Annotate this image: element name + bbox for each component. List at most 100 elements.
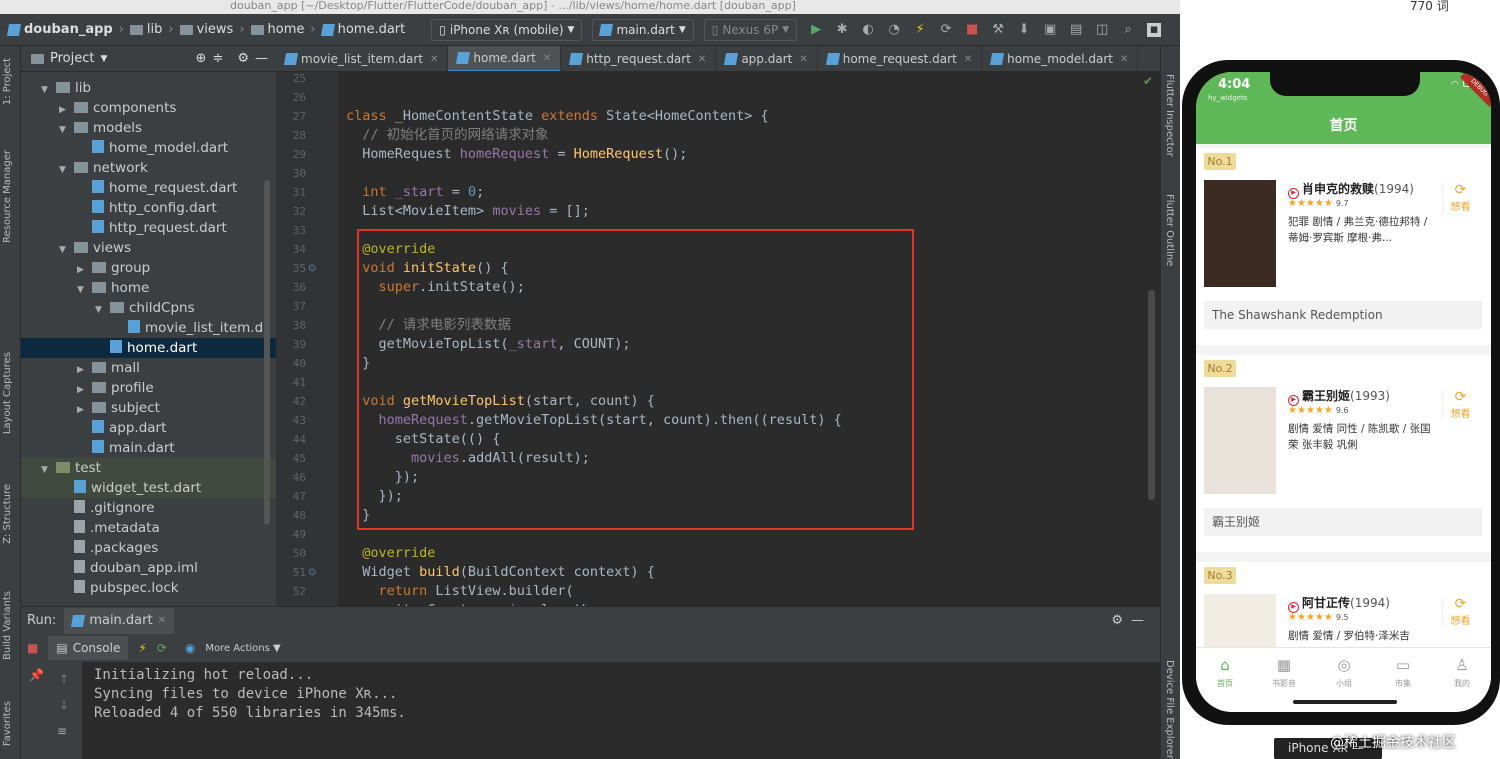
tree-item[interactable]: ▶ mall	[21, 358, 276, 378]
close-icon[interactable]: ✕	[698, 54, 706, 65]
expand-down-icon[interactable]: ▼	[41, 460, 51, 480]
locate-icon[interactable]: ⊕	[196, 51, 207, 66]
movie-card[interactable]: No.3 ▶ 阿甘正传(1994) ★★★★★ 9.5 剧情 爱情 / 罗伯特·泽米吉 ⟳ 想…	[1196, 562, 1491, 701]
chevron-down-icon[interactable]: ▼	[100, 54, 107, 64]
hot-reload-icon[interactable]: ⚡	[913, 22, 927, 37]
expand-right-icon[interactable]: ▶	[77, 260, 87, 280]
tool-tab-device-file-explorer[interactable]: Device File Explorer	[1164, 660, 1175, 759]
movie-card[interactable]: No.1 ▶ 肖申克的救赎(1994) ★★★★★ 9.7 犯罪 剧情 / 弗兰克·德拉邦…	[1196, 148, 1491, 345]
tool-tab-structure[interactable]: Z: Structure	[2, 484, 13, 544]
close-icon[interactable]: ✕	[543, 53, 551, 64]
tree-item[interactable]: .packages	[21, 538, 276, 558]
search-icon[interactable]: ⌕	[1121, 22, 1135, 37]
hot-restart-icon[interactable]: ⟳	[157, 641, 167, 655]
nav-mall[interactable]: ▭ 市集	[1378, 656, 1428, 689]
wish-button[interactable]: ⟳ 想看	[1442, 596, 1478, 627]
build-icon[interactable]: ⚒	[991, 22, 1005, 37]
editor-tab[interactable]: app.dart ✕	[716, 46, 818, 71]
console-output[interactable]: Initializing hot reload... Syncing files …	[82, 662, 1160, 759]
breadcrumb-project[interactable]: douban_app	[24, 22, 113, 37]
breadcrumb-file[interactable]: home.dart	[338, 22, 406, 37]
tree-item[interactable]: main.dart	[21, 438, 276, 458]
device-icon[interactable]: ▤	[1069, 22, 1083, 37]
tree-item[interactable]: pubspec.lock	[21, 578, 276, 598]
tree-item[interactable]: home.dart	[21, 338, 276, 358]
tree-item[interactable]: .metadata	[21, 518, 276, 538]
tool-tab-layout-captures[interactable]: Layout Captures	[2, 352, 13, 434]
tree-scrollbar[interactable]	[264, 180, 270, 525]
breadcrumb-views[interactable]: views	[197, 22, 234, 37]
expand-right-icon[interactable]: ▶	[77, 360, 87, 380]
debug-icon[interactable]: ✱	[835, 22, 849, 37]
run-config-selector[interactable]: main.dart ▼	[592, 18, 694, 41]
editor-tab[interactable]: http_request.dart ✕	[561, 46, 717, 71]
expand-down-icon[interactable]: ▼	[59, 240, 69, 260]
tree-item[interactable]: ▼ lib	[21, 78, 276, 98]
close-icon[interactable]: ✕	[158, 615, 166, 626]
tree-item[interactable]: ▶ group	[21, 258, 276, 278]
tree-item[interactable]: .gitignore	[21, 498, 276, 518]
run-icon[interactable]: ▶	[809, 22, 823, 37]
expand-down-icon[interactable]: ▼	[77, 280, 87, 300]
close-icon[interactable]: ✕	[430, 54, 438, 65]
avd-manager-icon[interactable]: ▣	[1043, 22, 1057, 37]
wish-button[interactable]: ⟳ 想看	[1442, 389, 1478, 420]
close-icon[interactable]: ✕	[799, 54, 807, 65]
tool-tab-resource-manager[interactable]: Resource Manager	[2, 150, 13, 243]
nav-profile[interactable]: ♙ 我的	[1437, 656, 1487, 689]
tree-item[interactable]: http_request.dart	[21, 218, 276, 238]
profile-icon[interactable]: ◔	[887, 22, 901, 37]
pin-icon[interactable]: 📌	[29, 668, 44, 682]
tool-tab-build-variants[interactable]: Build Variants	[2, 591, 13, 660]
avd-selector[interactable]: ▯ Nexus 6P ▼	[703, 18, 798, 41]
coverage-icon[interactable]: ◐	[861, 22, 875, 37]
tree-item[interactable]: ▶ subject	[21, 398, 276, 418]
tree-item[interactable]: app.dart	[21, 418, 276, 438]
movie-card[interactable]: No.2 ▶ 霸王别姬(1993) ★★★★★ 9.6 剧情 爱情 同性 / 陈凯歌 / …	[1196, 355, 1491, 552]
editor-tab[interactable]: home.dart ✕	[448, 46, 562, 71]
stop-icon[interactable]: ■	[27, 641, 38, 655]
override-marker-icon[interactable]: ⊙	[308, 567, 318, 578]
tree-item[interactable]: movie_list_item.d	[21, 318, 276, 338]
tool-tab-flutter-outline[interactable]: Flutter Outline	[1164, 194, 1175, 266]
tree-item[interactable]: ▼ test	[21, 458, 276, 478]
expand-down-icon[interactable]: ▼	[41, 80, 51, 100]
gear-icon[interactable]: ⚙	[1111, 613, 1123, 628]
tree-item[interactable]: ▼ views	[21, 238, 276, 258]
layout-inspector-icon[interactable]: ◫	[1095, 22, 1109, 37]
device-selector[interactable]: ▯ iPhone Xʀ (mobile) ▼	[431, 18, 583, 41]
tool-tab-project[interactable]: 1: Project	[2, 58, 13, 105]
nav-group[interactable]: ◎ 小组	[1319, 656, 1369, 689]
tree-item[interactable]: ▼ home	[21, 278, 276, 298]
tree-item[interactable]: ▶ components	[21, 98, 276, 118]
run-tab-main[interactable]: main.dart ✕	[64, 607, 174, 634]
down-arrow-icon[interactable]: ↓	[59, 698, 69, 712]
close-icon[interactable]: ✕	[964, 54, 972, 65]
editor-scrollbar[interactable]	[1148, 290, 1155, 500]
nav-home[interactable]: ⌂ 首页	[1200, 656, 1250, 689]
expand-right-icon[interactable]: ▶	[77, 380, 87, 400]
stop-icon[interactable]: ■	[965, 22, 979, 37]
expand-down-icon[interactable]: ▼	[59, 120, 69, 140]
tree-item[interactable]: ▼ models	[21, 118, 276, 138]
tool-tab-favorites[interactable]: Favorites	[2, 701, 13, 746]
expand-right-icon[interactable]: ▶	[77, 400, 87, 420]
more-actions-button[interactable]: More Actions ▼	[205, 643, 280, 654]
wish-button[interactable]: ⟳ 想看	[1442, 182, 1478, 213]
editor-tab[interactable]: home_model.dart ✕	[982, 46, 1139, 71]
console-tab[interactable]: ▤ Console	[48, 636, 129, 660]
tree-item[interactable]: widget_test.dart	[21, 478, 276, 498]
expand-down-icon[interactable]: ▼	[95, 300, 105, 320]
soft-wrap-icon[interactable]: ≡	[57, 724, 67, 738]
expand-right-icon[interactable]: ▶	[59, 100, 69, 120]
up-arrow-icon[interactable]: ↑	[59, 672, 69, 686]
tree-item[interactable]: home_request.dart	[21, 178, 276, 198]
editor-tab[interactable]: movie_list_item.dart ✕	[276, 46, 449, 71]
code-editor[interactable]: class _HomeContentState extends State<Ho…	[338, 72, 1160, 606]
tree-item[interactable]: http_config.dart	[21, 198, 276, 218]
editor-tab[interactable]: home_request.dart ✕	[818, 46, 983, 71]
hot-restart-icon[interactable]: ⟳	[939, 22, 953, 37]
profile-avatar-icon[interactable]: ▪	[1147, 22, 1162, 37]
hot-reload-icon[interactable]: ⚡	[138, 641, 146, 655]
tree-item[interactable]: ▶ profile	[21, 378, 276, 398]
